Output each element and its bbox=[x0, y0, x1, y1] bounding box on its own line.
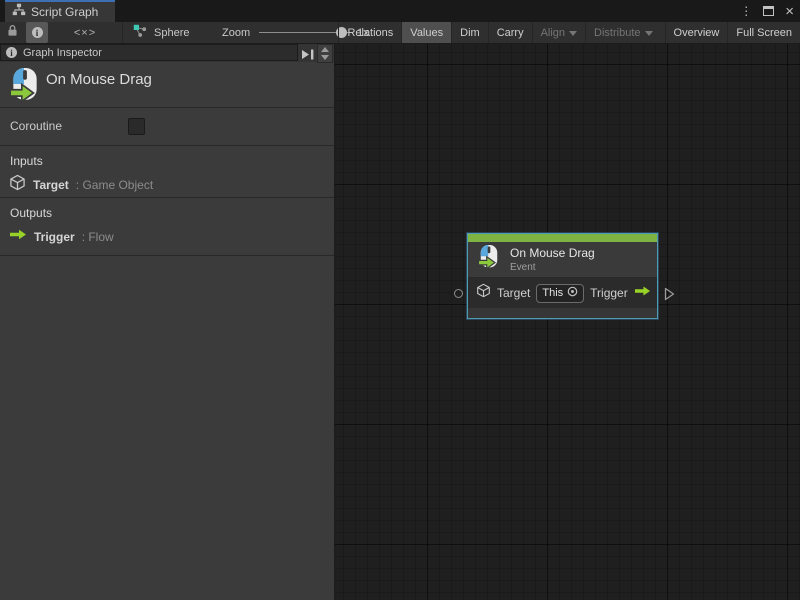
code-preview-button[interactable]: <×> bbox=[62, 22, 108, 43]
unit-header: On Mouse Drag bbox=[0, 62, 334, 107]
script-graph-window: Script Graph ⋮ × i <×> bbox=[0, 0, 800, 600]
outputs-section: Outputs Trigger : Flow bbox=[0, 198, 334, 255]
scroll-down-icon[interactable] bbox=[321, 55, 329, 60]
machine-icon bbox=[133, 24, 147, 41]
cube-icon bbox=[9, 174, 26, 196]
info-icon: i bbox=[6, 47, 17, 58]
coroutine-label: Coroutine bbox=[10, 119, 62, 133]
inspector-header: i Graph Inspector bbox=[0, 44, 334, 62]
input-port-name: Target bbox=[33, 178, 69, 192]
input-port-row: Target : Game Object bbox=[9, 174, 153, 196]
graph-toolbar: i <×> Sphere Zoom 1x bbox=[0, 22, 800, 44]
zoom-label: Zoom bbox=[222, 27, 250, 39]
code-icon: <×> bbox=[74, 27, 96, 39]
graph-inspector-panel: i Graph Inspector bbox=[0, 44, 335, 600]
distribute-dropdown-button[interactable]: Distribute bbox=[585, 22, 660, 43]
mouse-drag-icon bbox=[8, 67, 42, 108]
inputs-section: Inputs Target : Game Object bbox=[0, 146, 334, 197]
window-menu-icon[interactable]: ⋮ bbox=[740, 5, 752, 17]
inspector-toggle-button[interactable]: i bbox=[26, 22, 48, 43]
tab-script-graph[interactable]: Script Graph bbox=[5, 0, 115, 22]
chevron-down-icon bbox=[569, 31, 577, 36]
window-controls: ⋮ × bbox=[740, 0, 794, 22]
window-maximize-icon[interactable] bbox=[763, 6, 774, 16]
node-titles: On Mouse Drag Event bbox=[510, 246, 595, 273]
node-title: On Mouse Drag bbox=[510, 246, 595, 260]
values-button[interactable]: Values bbox=[401, 22, 451, 43]
node-subtitle: Event bbox=[510, 262, 595, 273]
flow-output-port[interactable] bbox=[664, 287, 675, 306]
lock-button[interactable] bbox=[2, 22, 22, 43]
graph-icon bbox=[12, 3, 26, 21]
panel-scroll-spinner[interactable] bbox=[317, 44, 333, 63]
node-trigger-label: Trigger bbox=[590, 286, 628, 300]
output-port-type: : Flow bbox=[82, 230, 114, 244]
node-header: On Mouse Drag Event bbox=[468, 242, 657, 278]
lock-icon bbox=[7, 24, 18, 42]
align-dropdown-button[interactable]: Align bbox=[532, 22, 585, 43]
full-screen-button[interactable]: Full Screen bbox=[727, 22, 800, 43]
node-selection-bar bbox=[468, 234, 657, 242]
outputs-header: Outputs bbox=[10, 206, 52, 220]
coroutine-checkbox[interactable] bbox=[128, 118, 145, 135]
node-on-mouse-drag[interactable]: On Mouse Drag Event Target This bbox=[467, 233, 658, 319]
cube-icon bbox=[476, 283, 491, 303]
graph-breadcrumb[interactable]: Sphere bbox=[133, 22, 189, 43]
inputs-header: Inputs bbox=[10, 154, 43, 168]
output-port-row: Trigger : Flow bbox=[9, 228, 114, 246]
window-close-icon[interactable]: × bbox=[785, 4, 794, 19]
tab-label: Script Graph bbox=[31, 5, 98, 19]
graph-canvas[interactable]: On Mouse Drag Event Target This bbox=[335, 44, 800, 600]
mouse-drag-icon bbox=[477, 244, 501, 275]
dock-panel-icon[interactable] bbox=[301, 47, 314, 58]
unit-title: On Mouse Drag bbox=[46, 71, 152, 88]
overview-button[interactable]: Overview bbox=[665, 22, 728, 43]
node-target-label: Target bbox=[497, 286, 530, 300]
target-value: This bbox=[542, 287, 563, 299]
main-area: i Graph Inspector bbox=[0, 44, 800, 600]
zoom-slider[interactable] bbox=[259, 22, 349, 43]
node-ports-row: Target This Trigger bbox=[468, 278, 657, 308]
scroll-up-icon[interactable] bbox=[321, 47, 329, 52]
dim-button[interactable]: Dim bbox=[451, 22, 488, 43]
target-value-chip[interactable]: This bbox=[536, 284, 584, 303]
tab-bar: Script Graph ⋮ × bbox=[0, 0, 800, 22]
event-input-port[interactable] bbox=[454, 289, 463, 298]
carry-button[interactable]: Carry bbox=[488, 22, 532, 43]
output-port-name: Trigger bbox=[34, 230, 75, 244]
node-footer bbox=[468, 308, 657, 318]
object-picker-icon[interactable] bbox=[567, 284, 578, 302]
input-port-type: : Game Object bbox=[76, 178, 153, 192]
chevron-down-icon bbox=[645, 31, 653, 36]
breadcrumb-label: Sphere bbox=[154, 27, 189, 39]
section-divider bbox=[0, 255, 334, 256]
info-icon: i bbox=[32, 27, 43, 38]
relations-button[interactable]: Relations bbox=[338, 22, 401, 43]
inspector-title-box: i Graph Inspector bbox=[0, 44, 298, 61]
flow-arrow-icon bbox=[9, 228, 27, 246]
toolbar-right-group: Relations Values Dim Carry Align Distrib… bbox=[338, 22, 800, 43]
toolbar-separator bbox=[122, 22, 123, 43]
coroutine-row: Coroutine bbox=[0, 108, 334, 145]
inspector-title: Graph Inspector bbox=[23, 47, 102, 59]
flow-arrow-icon[interactable] bbox=[634, 284, 651, 302]
